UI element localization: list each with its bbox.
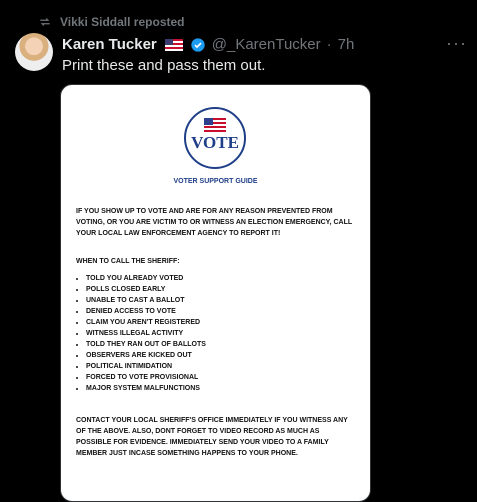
- us-flag-icon: [164, 38, 183, 51]
- tweet-text: Print these and pass them out.: [62, 57, 266, 74]
- guide-intro: IF YOU SHOW UP TO VOTE AND ARE FOR ANY R…: [76, 208, 353, 237]
- author-name[interactable]: Karen Tucker: [62, 36, 157, 53]
- repost-icon: [40, 18, 50, 26]
- list-item: DENIED ACCESS TO VOTE: [86, 306, 355, 317]
- list-item: UNABLE TO CAST A BALLOT: [86, 295, 355, 306]
- verified-badge-icon: [191, 37, 205, 52]
- list-item: POLITICAL INTIMIDATION: [86, 361, 355, 372]
- author-handle[interactable]: @_KarenTucker: [212, 36, 321, 53]
- list-item: CLAIM YOU AREN'T REGISTERED: [86, 317, 355, 328]
- separator-dot: ·: [326, 36, 332, 53]
- conditions-list: TOLD YOU ALREADY VOTED POLLS CLOSED EARL…: [76, 273, 355, 394]
- list-item: POLLS CLOSED EARLY: [86, 284, 355, 295]
- more-options-button[interactable]: ···: [446, 34, 467, 52]
- flag-icon: [204, 118, 226, 132]
- list-item: WITNESS ILLEGAL ACTIVITY: [86, 328, 355, 339]
- avatar[interactable]: [15, 33, 53, 71]
- repost-text[interactable]: Vikki Siddall reposted: [60, 15, 185, 29]
- list-item: MAJOR SYSTEM MALFUNCTIONS: [86, 383, 355, 394]
- guide-title: VOTER SUPPORT GUIDE: [173, 178, 258, 185]
- list-item: TOLD THEY RAN OUT OF BALLOTS: [86, 339, 355, 350]
- attached-image[interactable]: VOTE VOTER SUPPORT GUIDE IF YOU SHOW UP …: [60, 84, 371, 502]
- vote-logo: VOTE: [184, 107, 246, 169]
- post-time[interactable]: 7h: [338, 36, 355, 53]
- vote-logo-text: VOTE: [191, 133, 239, 152]
- list-item: FORCED TO VOTE PROVISIONAL: [86, 372, 355, 383]
- tweet-header: Karen Tucker @_KarenTucker · 7h: [62, 36, 467, 53]
- list-item: OBSERVERS ARE KICKED OUT: [86, 350, 355, 361]
- when-heading: WHEN TO CALL THE SHERIFF:: [76, 258, 180, 265]
- contact-instructions: CONTACT YOUR LOCAL SHERIFF'S OFFICE IMME…: [76, 417, 348, 457]
- list-item: TOLD YOU ALREADY VOTED: [86, 273, 355, 284]
- repost-indicator[interactable]: Vikki Siddall reposted: [38, 15, 185, 29]
